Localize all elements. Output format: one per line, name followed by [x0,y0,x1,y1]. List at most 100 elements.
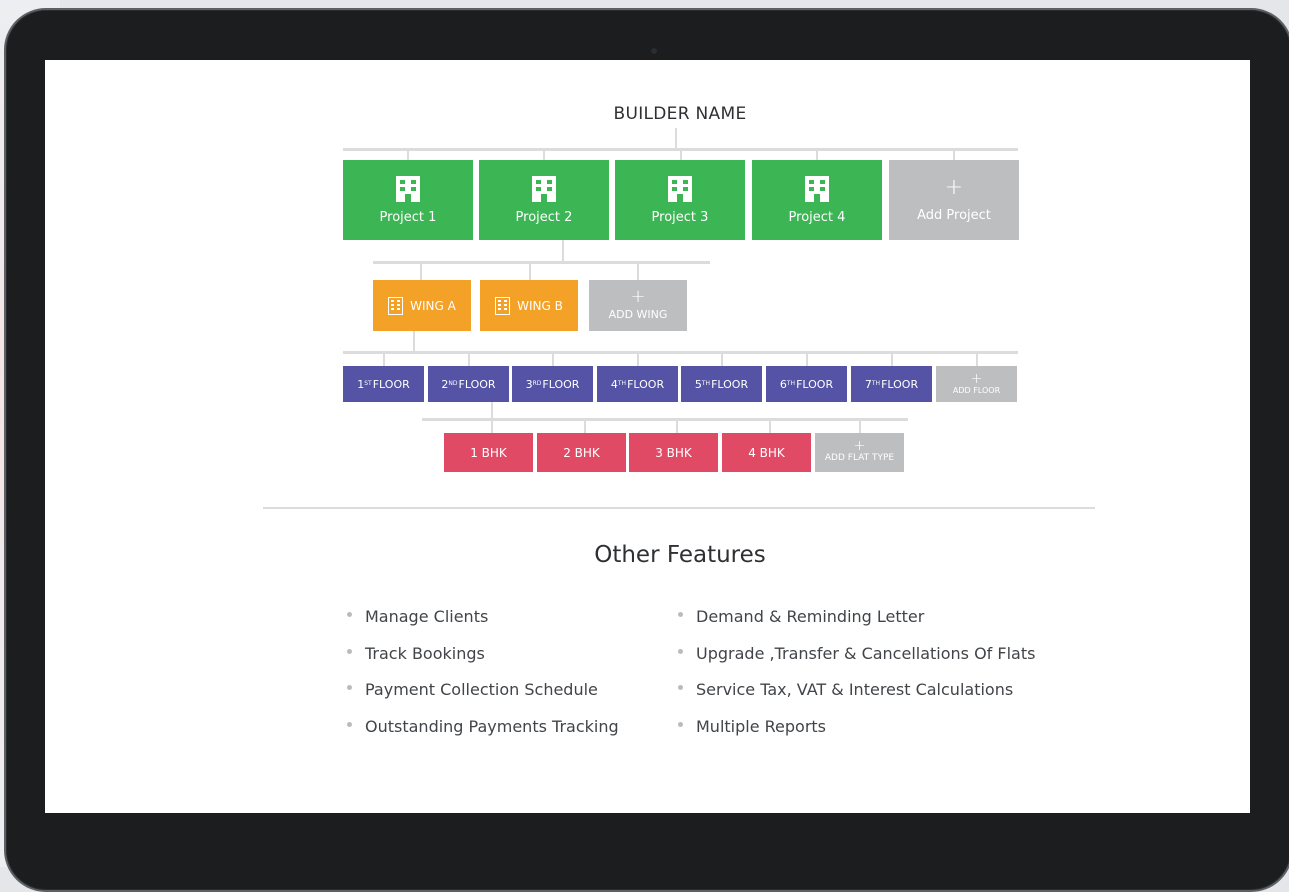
flat-type-2bhk[interactable]: 2 BHK [537,433,626,472]
bullet-dot-icon [347,685,352,690]
floor-number: 6 [779,377,787,391]
wing-label: WING A [410,298,456,313]
floor-suffix: TH [701,379,711,387]
connector [552,351,554,366]
building-icon [668,175,692,202]
add-flat-type-button[interactable]: + ADD FLAT TYPE [815,433,904,472]
floor-number: 4 [610,377,618,391]
floor-5[interactable]: 5 TH FLOOR [681,366,762,402]
connector [769,418,771,433]
plus-icon: + [944,174,964,200]
feature-item: Track Bookings [347,644,485,663]
project-label: Project 2 [515,209,573,225]
laptop-screen: BUILDER NAME Project 1 Project 2 Project… [45,60,1250,813]
feature-text: Outstanding Payments Tracking [365,717,619,736]
floor-4[interactable]: 4 TH FLOOR [597,366,678,402]
floor-label: FLOOR [711,377,749,391]
connector [891,351,893,366]
feature-item: Manage Clients [347,607,488,626]
building-icon [396,175,420,202]
connector [373,261,710,264]
feature-item: Service Tax, VAT & Interest Calculations [678,680,1013,699]
connector [806,351,808,366]
connector [413,331,415,352]
connector [383,351,385,366]
feature-text: Manage Clients [365,607,489,626]
connector [976,351,978,366]
building-icon [495,296,511,315]
feature-item: Payment Collection Schedule [347,680,598,699]
floor-suffix: ND [448,379,458,387]
project-3[interactable]: Project 3 [615,160,745,240]
project-label: Project 1 [379,209,437,225]
connector [543,148,545,160]
feature-text: Upgrade ,Transfer & Cancellations Of Fla… [696,644,1036,663]
flat-type-1bhk[interactable]: 1 BHK [444,433,533,472]
plus-icon: + [970,370,983,387]
project-2[interactable]: Project 2 [479,160,609,240]
flat-label: 4 BHK [748,445,785,460]
floor-7[interactable]: 7 TH FLOOR [851,366,932,402]
add-wing-button[interactable]: + ADD WING [589,280,687,331]
add-project-button[interactable]: + Add Project [889,160,1019,240]
connector [637,261,639,280]
add-floor-label: ADD FLOOR [952,385,1001,395]
floor-suffix: TH [786,379,796,387]
connector [491,402,493,419]
feature-text: Multiple Reports [696,717,827,736]
add-floor-button[interactable]: + ADD FLOOR [936,366,1017,402]
wing-b[interactable]: WING B [480,280,578,331]
feature-item: Upgrade ,Transfer & Cancellations Of Fla… [678,644,1035,663]
floor-suffix: ST [364,379,372,387]
building-icon [532,175,556,202]
webcam-icon [651,48,657,54]
builder-name: BUILDER NAME [613,104,747,124]
connector [637,351,639,366]
flat-label: 1 BHK [470,445,507,460]
section-divider [263,507,1095,509]
feature-text: Track Bookings [365,644,485,663]
flat-type-4bhk[interactable]: 4 BHK [722,433,811,472]
feature-item: Multiple Reports [678,717,826,736]
building-icon [805,175,829,202]
feature-text: Payment Collection Schedule [365,680,598,699]
connector [420,261,422,280]
wing-label: WING B [517,298,563,313]
floor-2[interactable]: 2 ND FLOOR [428,366,509,402]
floor-6[interactable]: 6 TH FLOOR [766,366,847,402]
plus-icon: + [630,286,646,307]
floor-number: 1 [357,377,365,391]
connector [407,148,409,160]
connector [676,418,678,433]
floor-label: FLOOR [542,377,580,391]
floor-label: FLOOR [627,377,665,391]
floor-number: 7 [864,377,872,391]
floor-3[interactable]: 3 RD FLOOR [512,366,593,402]
connector [953,148,955,160]
plus-icon: + [853,438,866,454]
flat-label: 2 BHK [563,445,600,460]
add-flat-type-label: ADD FLAT TYPE [824,453,895,463]
bullet-dot-icon [678,722,683,727]
project-1[interactable]: Project 1 [343,160,473,240]
add-wing-label: ADD WING [608,308,668,321]
connector [468,351,470,366]
connector [529,261,531,280]
bullet-dot-icon [347,649,352,654]
connector [584,418,586,433]
floor-label: FLOOR [796,377,834,391]
connector [816,148,818,160]
connector [422,418,908,421]
flat-type-3bhk[interactable]: 3 BHK [629,433,718,472]
feature-item: Demand & Reminding Letter [678,607,924,626]
bullet-dot-icon [347,722,352,727]
wing-a[interactable]: WING A [373,280,471,331]
features-title: Other Features [594,542,766,568]
bullet-dot-icon [678,649,683,654]
project-4[interactable]: Project 4 [752,160,882,240]
connector [675,128,677,150]
bullet-dot-icon [678,612,683,617]
floor-1[interactable]: 1 ST FLOOR [343,366,424,402]
connector [859,418,861,433]
feature-item: Outstanding Payments Tracking [347,717,619,736]
